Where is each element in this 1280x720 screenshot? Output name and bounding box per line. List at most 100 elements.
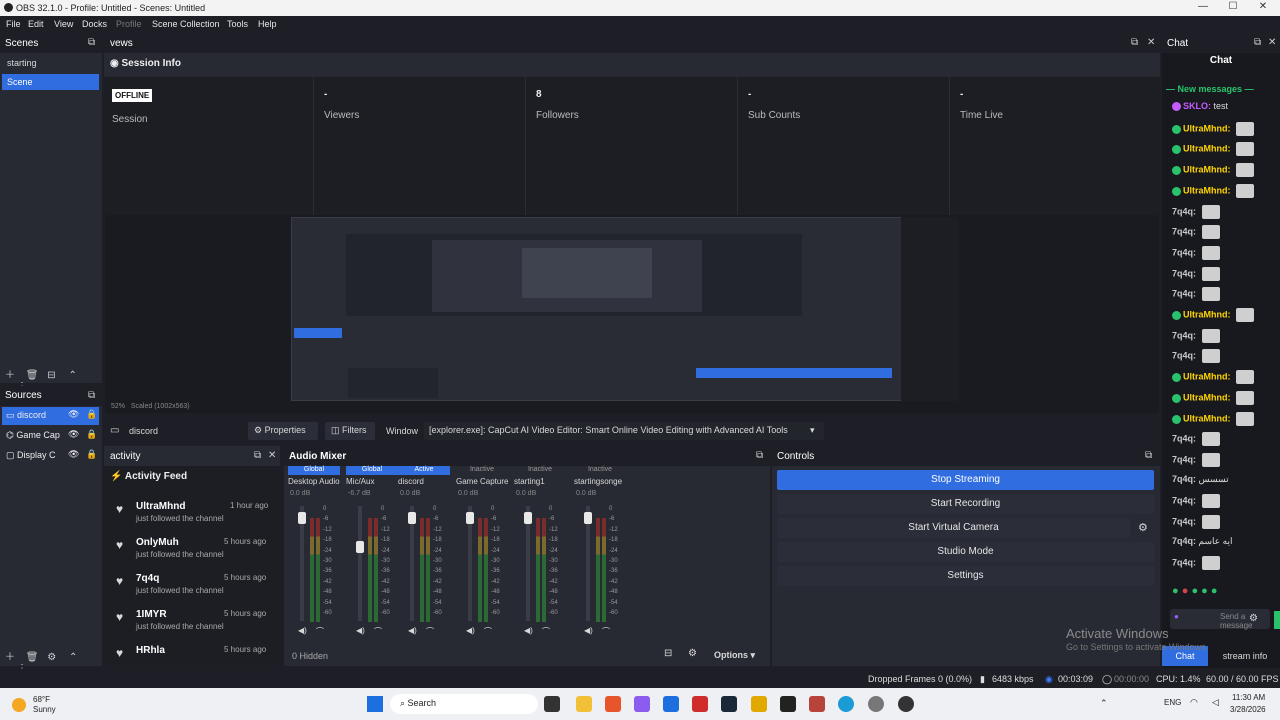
menu-help[interactable]: Help <box>258 19 277 29</box>
emote-icon[interactable]: ● <box>1201 585 1208 597</box>
add-icon[interactable]: ＋ <box>5 370 15 381</box>
float-icon[interactable]: ⧉ <box>756 450 763 461</box>
close-icon[interactable]: ✕ <box>268 450 276 461</box>
speaker-icon[interactable]: ◀) <box>584 626 593 635</box>
float-icon[interactable]: ⧉ <box>1145 450 1152 461</box>
task-view-icon[interactable] <box>544 696 560 712</box>
chat-user[interactable]: 7q4q: <box>1172 495 1196 505</box>
channel-name[interactable]: discord <box>398 477 450 489</box>
fader-knob[interactable] <box>408 512 416 524</box>
headphones-icon[interactable]: ⌒ <box>602 626 610 637</box>
edge-icon[interactable] <box>838 696 854 712</box>
start-recording-button[interactable]: Start Recording <box>777 494 1154 514</box>
headphones-icon[interactable]: ⌒ <box>374 626 382 637</box>
source-row-display-capture[interactable]: ▢ Display C 👁 🔒 <box>2 447 99 465</box>
lock-icon[interactable]: 🔒 <box>86 429 97 440</box>
scene-item-starting[interactable]: starting <box>2 55 99 71</box>
tab-stream-info[interactable]: stream info <box>1210 646 1280 666</box>
chat-user[interactable]: UltraMhnd: <box>1183 371 1231 381</box>
options-button[interactable]: Options ▾ <box>714 650 755 661</box>
headphones-icon[interactable]: ⌒ <box>484 626 492 637</box>
clock-date[interactable]: 3/28/2026 <box>1230 705 1266 714</box>
stop-streaming-button[interactable]: Stop Streaming <box>777 470 1154 490</box>
headphones-icon[interactable]: ⌒ <box>426 626 434 637</box>
chat-user[interactable]: 7q4q: <box>1172 433 1196 443</box>
eye-icon[interactable]: 👁 <box>68 429 79 440</box>
chat-user[interactable]: 7q4q: <box>1172 226 1196 236</box>
minimize-icon[interactable]: — <box>1188 1 1218 15</box>
close-icon[interactable]: ✕ <box>1268 37 1276 48</box>
gear-icon[interactable]: ⚙ <box>47 652 56 663</box>
emote-icon[interactable]: ● <box>1191 585 1198 597</box>
lock-icon[interactable]: 🔒 <box>86 449 97 460</box>
clock-time[interactable]: 11:30 AM <box>1232 693 1265 702</box>
trash-icon[interactable]: 🗑 <box>26 652 39 663</box>
window-select[interactable]: [explorer.exe]: CapCut AI Video Editor: … <box>424 422 824 440</box>
app-icon[interactable] <box>634 696 650 712</box>
chat-user[interactable]: SKLO: <box>1183 101 1211 111</box>
eye-icon[interactable]: 👁 <box>68 449 79 460</box>
chevron-up-icon[interactable]: ⌃ <box>1100 698 1108 709</box>
menu-view[interactable]: View <box>54 19 73 29</box>
channel-name[interactable]: startingsonge <box>574 477 626 489</box>
chat-user[interactable]: UltraMhnd: <box>1183 143 1231 153</box>
chat-user[interactable]: 7q4q: <box>1172 516 1196 526</box>
close-icon[interactable]: ✕ <box>1147 37 1155 48</box>
send-button[interactable] <box>1274 611 1280 629</box>
fader-knob[interactable] <box>356 541 364 553</box>
emote-icon[interactable]: ● <box>1182 585 1189 597</box>
emote-icon[interactable]: ● <box>1172 585 1179 597</box>
search-box[interactable]: ⌕ Search <box>390 694 538 714</box>
speaker-icon[interactable]: ◀) <box>356 626 365 635</box>
chat-user[interactable]: 7q4q: <box>1172 454 1196 464</box>
properties-button[interactable]: ⚙ Properties <box>248 422 318 440</box>
fader-knob[interactable] <box>524 512 532 524</box>
menu-file[interactable]: File <box>6 19 21 29</box>
chat-user[interactable]: UltraMhnd: <box>1183 309 1231 319</box>
up-arrow-icon[interactable]: ⌃ <box>68 370 76 381</box>
chat-user[interactable]: UltraMhnd: <box>1183 413 1231 423</box>
emote-icon[interactable]: ● <box>1211 585 1218 597</box>
file-explorer-icon[interactable] <box>576 696 592 712</box>
float-icon[interactable]: ⧉ <box>88 37 95 48</box>
add-icon[interactable]: ＋ <box>5 652 15 663</box>
menu-profile[interactable]: Profile <box>116 19 142 29</box>
source-row-discord[interactable]: ▭ discord 👁 🔒 <box>2 407 99 425</box>
chat-user[interactable]: 7q4q: <box>1172 288 1196 298</box>
speaker-icon[interactable]: ◀) <box>524 626 533 635</box>
language[interactable]: ENG <box>1164 698 1181 707</box>
settings-icon[interactable] <box>868 696 884 712</box>
chat-user[interactable]: 7q4q: <box>1172 268 1196 278</box>
chat-user[interactable]: 7q4q: <box>1172 350 1196 360</box>
chat-user[interactable]: 7q4q: <box>1172 206 1196 216</box>
channel-name[interactable]: Desktop Audio <box>288 477 340 489</box>
volume-icon[interactable]: ◁ <box>1212 697 1219 708</box>
speaker-icon[interactable]: ◀) <box>466 626 475 635</box>
speaker-icon[interactable]: ◀) <box>408 626 417 635</box>
trash-icon[interactable]: 🗑 <box>26 370 39 381</box>
channel-name[interactable]: Mic/Aux <box>346 477 398 489</box>
chat-user[interactable]: UltraMhnd: <box>1183 164 1231 174</box>
capcut-icon[interactable] <box>780 696 796 712</box>
chat-user[interactable]: 7q4q: <box>1172 474 1196 484</box>
headphones-icon[interactable]: ⌒ <box>316 626 324 637</box>
menu-edit[interactable]: Edit <box>28 19 44 29</box>
chat-user[interactable]: UltraMhnd: <box>1183 185 1231 195</box>
settings-button[interactable]: Settings <box>777 566 1154 586</box>
float-icon[interactable]: ⧉ <box>254 450 261 461</box>
app-icon[interactable] <box>692 696 708 712</box>
float-icon[interactable]: ⧉ <box>88 390 95 401</box>
gear-icon[interactable]: ⚙ <box>1138 521 1148 534</box>
scene-item-scene[interactable]: Scene <box>2 74 99 90</box>
obs-icon[interactable] <box>898 696 914 712</box>
eye-icon[interactable]: 👁 <box>68 409 79 420</box>
source-row-game-capture[interactable]: ⌬ Game Cap 👁 🔒 <box>2 427 99 445</box>
windows-start-icon[interactable] <box>367 696 383 712</box>
chat-user[interactable]: 7q4q: <box>1172 330 1196 340</box>
fader-knob[interactable] <box>466 512 474 524</box>
chat-user[interactable]: UltraMhnd: <box>1183 392 1231 402</box>
store-icon[interactable] <box>663 696 679 712</box>
preview-area[interactable]: 52% Scaled (1002x563) <box>105 215 1159 413</box>
float-icon[interactable]: ⧉ <box>1131 37 1138 48</box>
channel-name[interactable]: starting1 <box>514 477 566 489</box>
